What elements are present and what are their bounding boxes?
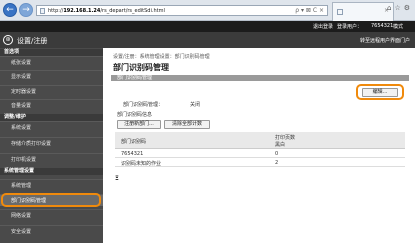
column-header-bw: 黑白 [275, 142, 286, 148]
browser-toolbar: ← → http://192.168.1.24/rs_depart/rs_edi… [0, 0, 415, 21]
back-arrow-icon[interactable]: ← [3, 3, 17, 17]
sidebar-item-security-settings[interactable]: 安全设置 [0, 225, 103, 237]
mode-label: 模式 [393, 24, 404, 30]
settings-logo-icon: ⊛ [3, 35, 13, 45]
subsection-title: 部门识别码信息 [117, 112, 153, 118]
user-label: 登录用户： [337, 24, 363, 30]
setting-value: 关闭 [190, 102, 201, 108]
sidebar-item-printer-settings[interactable]: 打印机设置 [0, 153, 103, 165]
sidebar-item-timer-settings[interactable]: 定时器设置 [0, 85, 103, 97]
sidebar-item-network-settings[interactable]: 网络设置 [0, 209, 103, 221]
tab-page-icon [337, 9, 343, 15]
browser-tab[interactable]: × [332, 2, 394, 21]
main-content: 设置/注册：系统管理设置：部门识别码管理 部门识别码管理 部门识别码管理 编辑.… [103, 48, 415, 243]
sidebar-item-system-settings[interactable]: 系统设置 [0, 121, 103, 133]
portal-link[interactable]: 转至远程用户界面门户 [360, 37, 410, 44]
table-row: 识别码未知的作业 2 [115, 159, 405, 167]
sidebar-item-volume-settings[interactable]: 音量设置 [0, 99, 103, 111]
page-title: 部门识别码管理 [113, 63, 169, 72]
sidebar-heading-preferences: 首选项 [0, 49, 103, 56]
register-department-button[interactable]: 注册新部门... [117, 120, 161, 129]
page-header: ⊛ 设置/注册 转至远程用户界面门户 [0, 32, 415, 48]
header-title: 设置/注册 [17, 37, 48, 45]
forward-arrow-icon[interactable]: → [19, 3, 33, 17]
browser-menu-icons[interactable]: ⌂☆⚙ [387, 4, 413, 12]
sidebar-item-system-management[interactable]: 系统管理 [0, 179, 103, 191]
sidebar-item-paper-settings[interactable]: 纸张设置 [0, 56, 103, 68]
clear-all-counts-button[interactable]: 清除全部计数 [164, 120, 210, 129]
setting-label: 部门识别码管理： [123, 102, 164, 108]
sidebar: 首选项 纸张设置 显示设置 定时器设置 音量设置 调整/维护 系统设置 存储介质… [0, 48, 103, 243]
selected-item-highlight [1, 193, 101, 207]
top-bar: 退出登录 登录用户： 7654321 模式 [0, 21, 415, 32]
column-header-pages: 打印页数 [275, 135, 296, 141]
address-bar-icons[interactable]: ρ ▾ ⊠ C × [295, 7, 324, 14]
user-id: 7654321 [371, 23, 394, 29]
edit-button[interactable]: 编辑... [362, 88, 398, 97]
breadcrumb[interactable]: 设置/注册：系统管理设置：部门识别码管理 [113, 53, 210, 60]
sidebar-heading-adjustment: 调整/维护 [0, 114, 103, 121]
row-department-id[interactable]: 7654321 [121, 151, 143, 157]
section-title: 部门识别码管理 [111, 75, 409, 81]
sidebar-item-display-settings[interactable]: 显示设置 [0, 70, 103, 82]
url-text: http://192.168.1.24/rs_depart/rs_editSdi… [48, 8, 165, 14]
sidebar-item-media-print-settings[interactable]: 存储介质打印设置 [0, 137, 103, 149]
row-department-id: 识别码未知的作业 [121, 161, 162, 167]
table-row[interactable]: 7654321 0 [115, 150, 405, 158]
address-bar[interactable]: http://192.168.1.24/rs_depart/rs_editSdi… [36, 5, 328, 16]
table-header: 部门识别码 打印页数 黑白 [115, 132, 405, 149]
column-header-id: 部门识别码 [121, 139, 147, 145]
table-end-mark: Ξ [115, 175, 119, 182]
page-icon [40, 8, 45, 14]
row-page-count: 0 [275, 151, 279, 157]
row-page-count: 2 [275, 160, 279, 166]
sidebar-heading-management: 系统管理设置 [0, 168, 103, 175]
logout-link[interactable]: 退出登录 [313, 23, 333, 30]
